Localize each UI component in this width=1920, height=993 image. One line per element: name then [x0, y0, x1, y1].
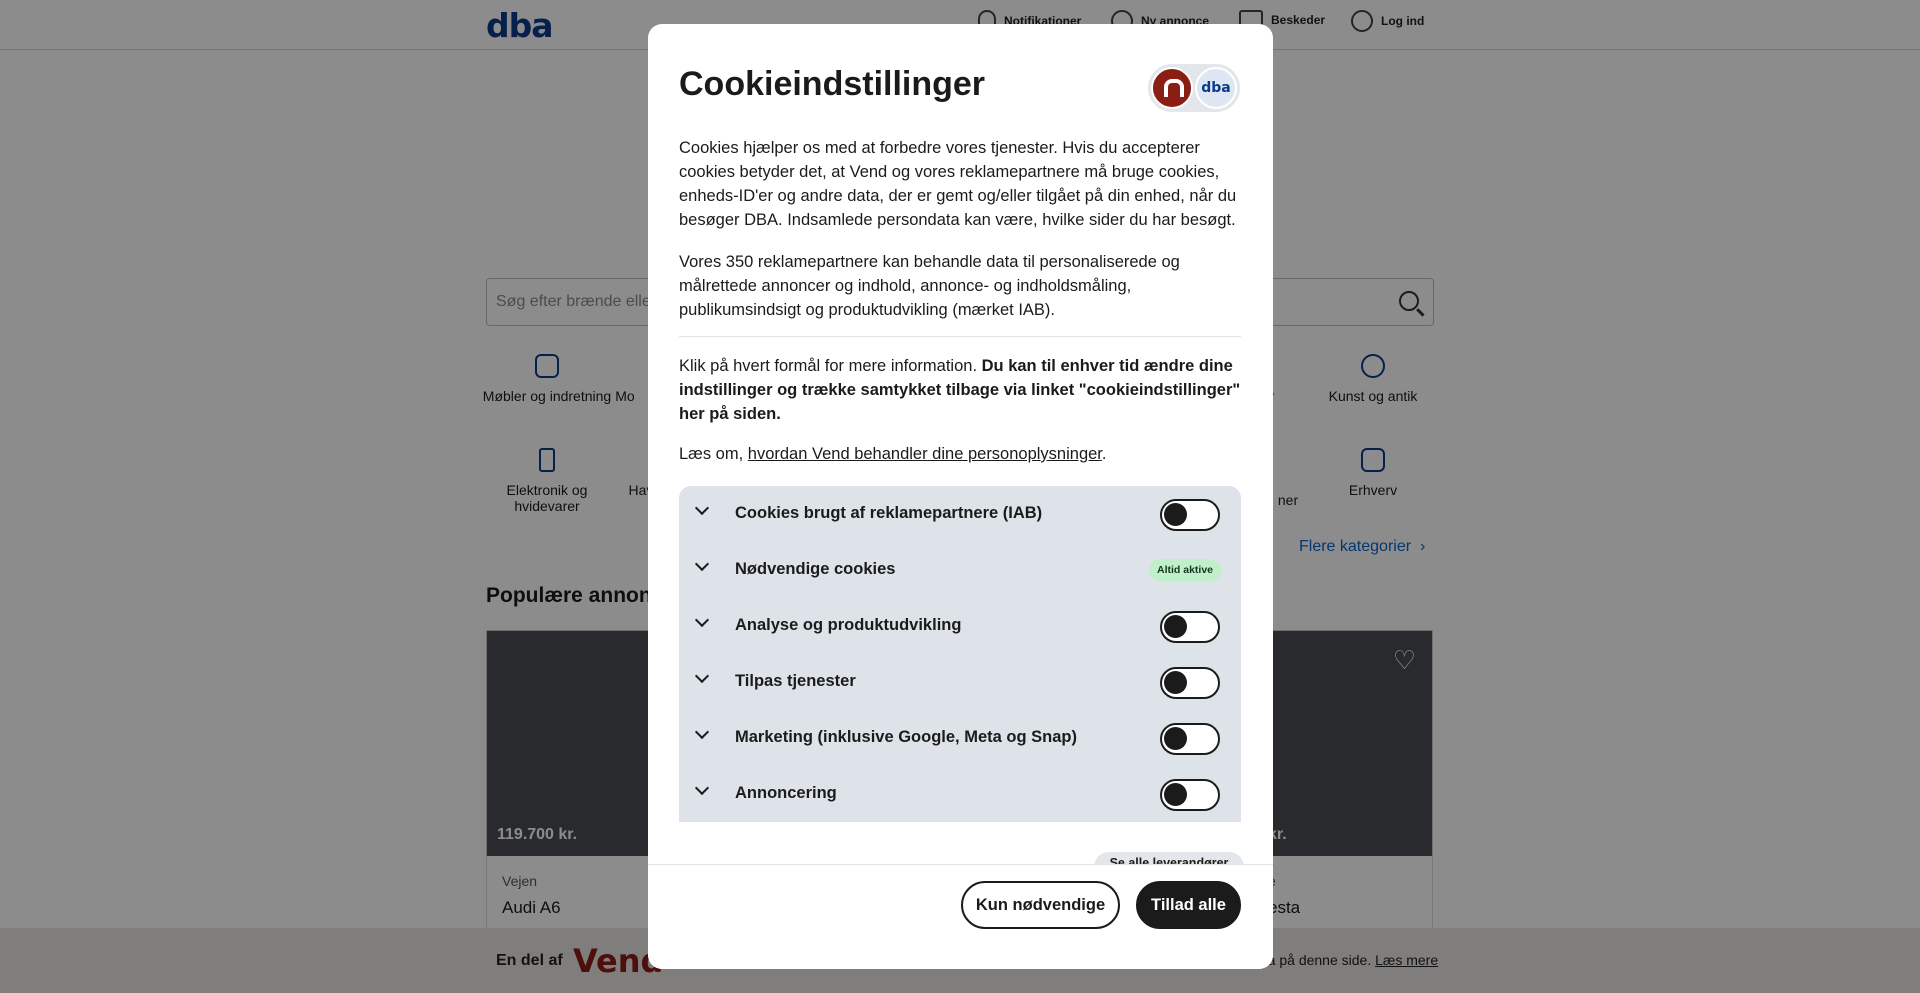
- purpose-label: Annoncering: [735, 784, 837, 802]
- purpose-label: Tilpas tjenester: [735, 672, 856, 690]
- dialog-title: Cookieindstillinger: [679, 65, 986, 103]
- privacy-prefix: Læs om,: [679, 445, 748, 463]
- purpose-toggle[interactable]: [1160, 499, 1220, 531]
- dba-logo-icon: dba: [1195, 67, 1237, 109]
- purpose-row-necessary[interactable]: Nødvendige cookies Altid aktive: [679, 542, 1241, 598]
- purpose-toggle[interactable]: [1160, 779, 1220, 811]
- purpose-row-analytics[interactable]: Analyse og produktudvikling: [679, 598, 1241, 654]
- toggle-knob: [1164, 615, 1187, 638]
- divider: [679, 336, 1241, 337]
- purpose-row-iab[interactable]: Cookies brugt af reklamepartnere (IAB): [679, 486, 1241, 542]
- info-text: Klik på hvert formål for mere informatio…: [679, 354, 1249, 426]
- partners-text: Vores 350 reklamepartnere kan behandle d…: [679, 253, 1180, 319]
- toggle-knob: [1164, 783, 1187, 806]
- info-text-plain: Klik på hvert formål for mere informatio…: [679, 357, 982, 375]
- chevron-down-icon[interactable]: [694, 780, 710, 796]
- purpose-label: Cookies brugt af reklamepartnere (IAB): [735, 504, 1043, 522]
- chevron-down-icon[interactable]: [694, 500, 710, 516]
- cookie-settings-dialog: Cookieindstillinger dba Cookies hjælper …: [648, 24, 1273, 969]
- brand-logos: dba: [1148, 64, 1240, 112]
- always-active-badge: Altid aktive: [1149, 559, 1222, 581]
- purpose-row-marketing[interactable]: Marketing (inklusive Google, Meta og Sna…: [679, 710, 1241, 766]
- toggle-knob: [1164, 727, 1187, 750]
- purpose-label: Nødvendige cookies: [735, 560, 896, 578]
- chevron-down-icon[interactable]: [694, 612, 710, 628]
- chevron-down-icon[interactable]: [694, 724, 710, 740]
- purpose-toggle[interactable]: [1160, 723, 1220, 755]
- privacy-suffix: .: [1101, 445, 1107, 463]
- intro-text: Cookies hjælper os med at forbedre vores…: [679, 139, 1237, 229]
- dialog-footer: Kun nødvendige Tillad alle: [648, 864, 1273, 969]
- privacy-text: Læs om, hvordan Vend behandler dine pers…: [679, 442, 1249, 466]
- purpose-toggle[interactable]: [1160, 611, 1220, 643]
- chevron-down-icon[interactable]: [694, 668, 710, 684]
- vend-logo-icon: [1151, 67, 1193, 109]
- purpose-toggle[interactable]: [1160, 667, 1220, 699]
- only-necessary-button[interactable]: Kun nødvendige: [961, 881, 1120, 929]
- purpose-label: Marketing (inklusive Google, Meta og Sna…: [735, 728, 1077, 746]
- allow-all-button[interactable]: Tillad alle: [1136, 881, 1241, 929]
- purpose-row-personalization[interactable]: Tilpas tjenester: [679, 654, 1241, 710]
- privacy-policy-link[interactable]: hvordan Vend behandler dine personoplysn…: [748, 445, 1102, 463]
- toggle-knob: [1164, 671, 1187, 694]
- chevron-down-icon[interactable]: [694, 556, 710, 572]
- purpose-label: Analyse og produktudvikling: [735, 616, 962, 634]
- toggle-knob: [1164, 503, 1187, 526]
- purposes-list: Cookies brugt af reklamepartnere (IAB) N…: [679, 486, 1241, 822]
- purpose-row-advertising[interactable]: Annoncering: [679, 766, 1241, 822]
